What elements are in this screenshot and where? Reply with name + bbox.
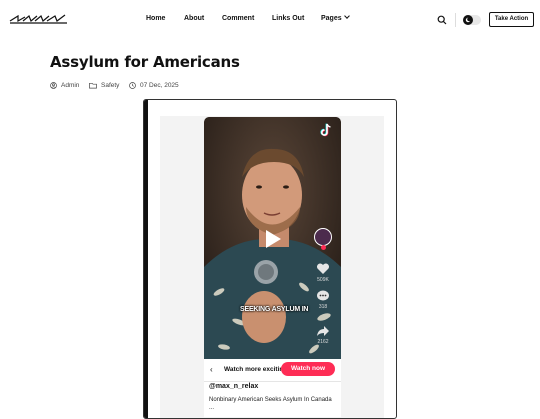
folder-icon [89,82,97,89]
comments-count: 318 [318,304,328,310]
meta-category[interactable]: Safety [89,82,119,89]
heart-icon[interactable] [316,263,330,275]
embed-container: 509K 318 2162 SEEKING ASYLUM IN ‹ Watch … [160,116,384,418]
take-action-button[interactable]: Take Action [489,12,534,27]
chevron-left-icon[interactable]: ‹ [210,365,213,374]
nav-pages-label: Pages [321,15,342,22]
creator-avatar[interactable] [314,228,332,246]
meta-author[interactable]: Admin [50,82,79,89]
video-player[interactable]: 509K 318 2162 SEEKING ASYLUM IN [204,117,341,359]
moon-icon [465,17,471,23]
comment-icon[interactable] [316,290,330,302]
search-icon[interactable] [437,15,447,25]
tiktok-embed: 509K 318 2162 SEEKING ASYLUM IN ‹ Watch … [143,99,397,419]
clock-icon [129,82,136,89]
shares-count: 2162 [317,339,329,345]
main-nav: Home About Comment Links Out Pages [0,13,540,27]
nav-home[interactable]: Home [146,15,165,22]
nav-about[interactable]: About [184,15,204,22]
toggle-knob [463,15,473,25]
creator-username[interactable]: @max_n_relax [209,383,258,390]
watch-now-button[interactable]: Watch now [281,362,335,376]
share-icon[interactable] [316,325,330,337]
play-icon[interactable] [263,228,283,250]
video-caption: SEEKING ASYLUM IN [240,306,309,313]
category-name: Safety [101,82,120,89]
watch-more-text: Watch more exciting videos [224,366,286,373]
nav-links-out[interactable]: Links Out [272,15,304,22]
video-card: 509K 318 2162 SEEKING ASYLUM IN ‹ Watch … [204,117,341,417]
nav-pages-dropdown[interactable]: Pages [321,13,350,22]
nav-comment[interactable]: Comment [222,15,254,22]
meta-date: 07 Dec, 2025 [129,82,179,89]
author-name: Admin [61,82,80,89]
video-description: Nonbinary American Seeks Asylum In Canad… [209,397,332,411]
post-title: Assylum for Americans [50,53,240,71]
chevron-down-icon [343,13,350,19]
likes-count: 509K [317,277,329,283]
card-divider [204,381,341,382]
post-date: 07 Dec, 2025 [140,82,179,89]
site-header: Home About Comment Links Out Pages Take … [0,0,540,40]
embed-left-border [144,100,148,418]
user-icon [50,82,57,89]
follow-plus-icon[interactable] [321,245,326,250]
watch-more-bar: ‹ Watch more exciting videos Watch now [204,359,341,381]
theme-toggle[interactable] [463,15,481,25]
header-divider [455,13,456,27]
tiktok-icon [320,123,331,137]
